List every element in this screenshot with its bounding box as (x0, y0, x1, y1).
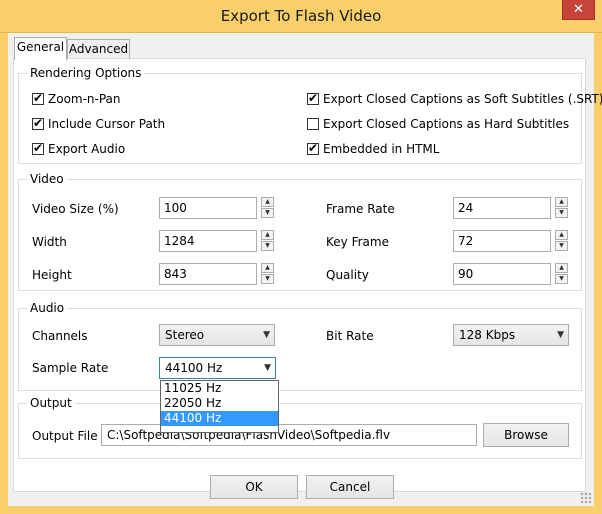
cancel-button[interactable]: Cancel (306, 475, 394, 499)
video-size-spinner[interactable]: ▲ ▼ (261, 197, 274, 219)
width-spinner[interactable]: ▲ ▼ (261, 230, 274, 252)
quality-input[interactable]: 90 (453, 263, 551, 285)
tab-general[interactable]: General (14, 37, 67, 60)
width-input[interactable]: 1284 (159, 230, 257, 252)
dropdown-option[interactable]: 11025 Hz (161, 381, 278, 396)
video-group: Video Video Size (%) 100 ▲ ▼ Width 1284 … (18, 172, 582, 291)
chevron-down-icon: ▼ (557, 330, 564, 340)
quality-spinner[interactable]: ▲ ▼ (555, 263, 568, 285)
check-icon: ✔ (33, 91, 44, 105)
general-panel: Rendering Options ✔ Zoom-n-Pan ✔ Include… (13, 58, 602, 492)
key-frame-input[interactable]: 72 (453, 230, 551, 252)
spin-up-icon[interactable]: ▲ (261, 263, 274, 273)
close-icon: ✕ (573, 2, 584, 17)
video-legend: Video (27, 172, 67, 186)
spin-down-icon[interactable]: ▼ (555, 274, 568, 284)
spin-down-icon[interactable]: ▼ (261, 208, 274, 218)
output-file-label: Output File (32, 429, 98, 443)
dropdown-option[interactable]: 22050 Hz (161, 396, 278, 411)
dropdown-option-selected[interactable]: 44100 Hz (161, 411, 278, 426)
checkbox-box[interactable]: ✔ (32, 116, 44, 130)
audio-group: Audio Channels Stereo ▼ Bit Rate 128 Kbp… (18, 301, 582, 391)
dialog-client: General Advanced Rendering Options ✔ Zoo… (8, 33, 602, 506)
spin-up-icon[interactable]: ▲ (555, 263, 568, 273)
spin-down-icon[interactable]: ▼ (555, 241, 568, 251)
height-input[interactable]: 843 (159, 263, 257, 285)
key-frame-spinner[interactable]: ▲ ▼ (555, 230, 568, 252)
output-group: Output Output File C:\Softpedia\Softpedi… (18, 396, 582, 459)
tab-advanced-label: Advanced (68, 42, 129, 56)
checkbox-box[interactable]: ✔ (307, 91, 319, 105)
chevron-down-icon: ▼ (263, 330, 270, 340)
check-icon: ✔ (33, 116, 44, 130)
spin-up-icon[interactable]: ▲ (555, 230, 568, 240)
browse-button[interactable]: Browse (483, 423, 569, 447)
tab-general-label: General (16, 40, 65, 54)
ok-button[interactable]: OK (210, 475, 298, 499)
output-file-input[interactable]: C:\Softpedia\Softpedia\FlashVideo\Softpe… (101, 424, 477, 446)
bit-rate-select[interactable]: 128 Kbps ▼ (453, 324, 569, 346)
channels-select[interactable]: Stereo ▼ (159, 324, 275, 346)
soft-subtitles-label: Export Closed Captions as Soft Subtitles… (323, 92, 602, 106)
spin-up-icon[interactable]: ▲ (261, 197, 274, 207)
frame-rate-spinner[interactable]: ▲ ▼ (555, 197, 568, 219)
audio-legend: Audio (27, 301, 68, 315)
sample-rate-value: 44100 Hz (165, 361, 223, 375)
output-legend: Output (27, 396, 75, 410)
spin-up-icon[interactable]: ▲ (555, 197, 568, 207)
embedded-html-label: Embedded in HTML (323, 142, 440, 156)
frame-rate-label: Frame Rate (326, 202, 395, 216)
spin-up-icon[interactable]: ▲ (261, 230, 274, 240)
soft-subtitles-checkbox[interactable]: ✔ Export Closed Captions as Soft Subtitl… (307, 91, 602, 106)
spin-down-icon[interactable]: ▼ (261, 241, 274, 251)
channels-value: Stereo (165, 328, 205, 342)
check-icon: ✔ (33, 141, 44, 155)
tab-advanced[interactable]: Advanced (67, 39, 130, 59)
channels-label: Channels (32, 329, 88, 343)
checkbox-box[interactable]: ✔ (32, 141, 44, 155)
spin-down-icon[interactable]: ▼ (261, 274, 274, 284)
video-size-label: Video Size (%) (32, 202, 119, 216)
bit-rate-value: 128 Kbps (459, 328, 516, 342)
resize-grip-icon[interactable] (580, 492, 592, 504)
zoom-n-pan-checkbox[interactable]: ✔ Zoom-n-Pan (32, 91, 121, 106)
rendering-options-legend: Rendering Options (27, 66, 145, 80)
embedded-html-checkbox[interactable]: ✔ Embedded in HTML (307, 141, 440, 156)
height-spinner[interactable]: ▲ ▼ (261, 263, 274, 285)
rendering-options-group: Rendering Options ✔ Zoom-n-Pan ✔ Include… (18, 66, 602, 164)
checkbox-box[interactable]: ✔ (307, 141, 319, 155)
export-audio-label: Export Audio (48, 142, 126, 156)
check-icon: ✔ (308, 91, 319, 105)
spin-down-icon[interactable]: ▼ (555, 208, 568, 218)
window-title: Export To Flash Video (220, 7, 382, 25)
bit-rate-label: Bit Rate (326, 329, 374, 343)
hard-subtitles-checkbox[interactable]: Export Closed Captions as Hard Subtitles (307, 117, 569, 131)
video-size-input[interactable]: 100 (159, 197, 257, 219)
sample-rate-select[interactable]: 44100 Hz ▼ (159, 357, 276, 379)
frame-rate-input[interactable]: 24 (453, 197, 551, 219)
height-label: Height (32, 268, 72, 282)
sample-rate-label: Sample Rate (32, 361, 109, 375)
title-bar: Export To Flash Video ✕ (0, 0, 602, 33)
window-frame: General Advanced Rendering Options ✔ Zoo… (0, 33, 602, 514)
include-cursor-path-label: Include Cursor Path (48, 117, 166, 131)
width-label: Width (32, 235, 67, 249)
hard-subtitles-label: Export Closed Captions as Hard Subtitles (323, 117, 570, 131)
quality-label: Quality (326, 268, 369, 282)
chevron-down-icon: ▼ (264, 363, 271, 373)
checkbox-box[interactable] (307, 118, 319, 130)
include-cursor-path-checkbox[interactable]: ✔ Include Cursor Path (32, 116, 166, 131)
export-audio-checkbox[interactable]: ✔ Export Audio (32, 141, 126, 156)
close-button[interactable]: ✕ (562, 0, 595, 20)
checkbox-box[interactable]: ✔ (32, 91, 44, 105)
check-icon: ✔ (308, 141, 319, 155)
key-frame-label: Key Frame (326, 235, 389, 249)
sample-rate-dropdown[interactable]: 11025 Hz 22050 Hz 44100 Hz (160, 380, 279, 433)
zoom-n-pan-label: Zoom-n-Pan (48, 92, 121, 106)
